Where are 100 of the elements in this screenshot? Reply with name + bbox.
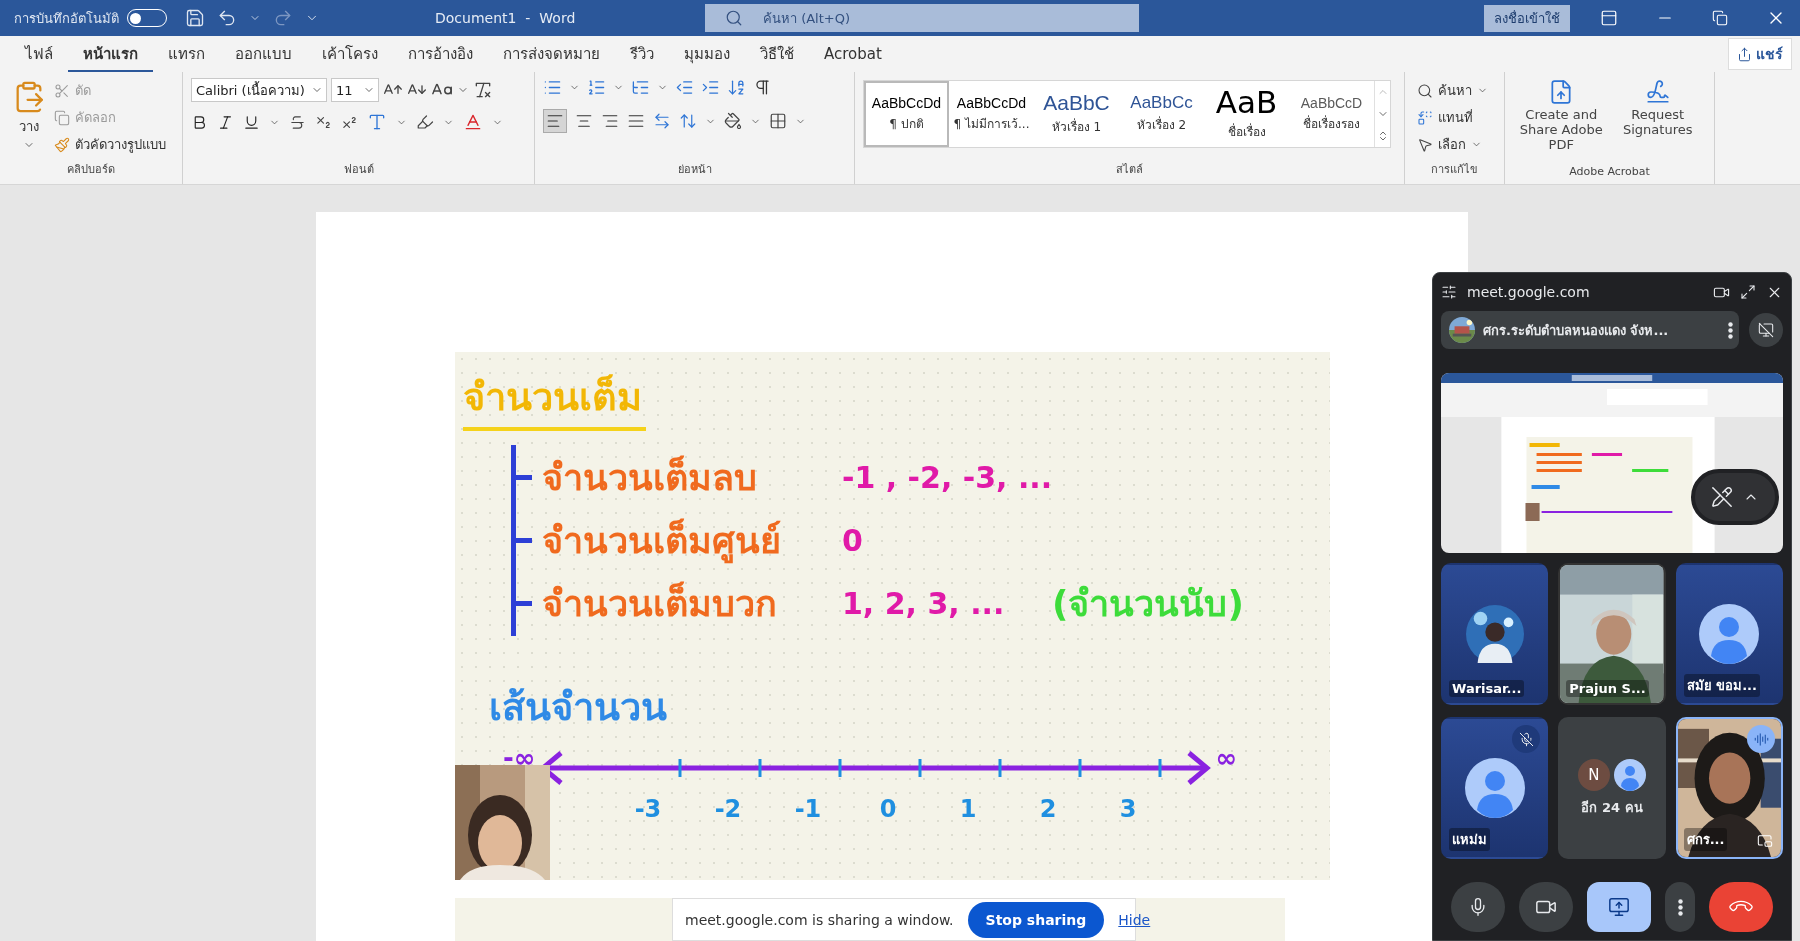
align-left-button[interactable] [543,109,567,133]
hide-presentation-button[interactable] [1749,313,1783,347]
participant-tile[interactable]: แหม่ม [1441,717,1549,859]
scissors-icon [54,82,70,99]
borders-icon[interactable] [769,112,787,130]
autosave-label: การบันทึกอัตโนมัติ [14,9,119,28]
participant-tile[interactable]: N อีก 24 คน [1558,717,1666,859]
bracket-tick [516,538,532,543]
text-effects-icon[interactable] [367,112,387,132]
multilevel-list-icon[interactable] [631,78,650,97]
sort-icon[interactable] [727,78,746,97]
participant-tile[interactable]: Warisar... [1441,563,1549,705]
font-name-field[interactable]: Calibri (เนื้อความ) [191,78,327,102]
expand-icon[interactable] [1740,284,1756,300]
signature-icon [1644,79,1671,105]
sign-in-button[interactable]: ลงชื่อเข้าใช้ [1484,4,1570,32]
menu-tab[interactable]: มุมมอง [669,35,745,73]
avatar-icon [1699,604,1760,664]
select-button[interactable]: เลือก [1413,132,1492,157]
participant-name: ศกร... [1683,828,1728,851]
menu-tab[interactable]: ออกแบบ [220,35,307,73]
paste-button[interactable]: วาง [8,78,50,160]
microphone-button[interactable] [1451,882,1505,932]
settings-icon[interactable] [1441,284,1457,300]
infinity-label: ∞ [1215,743,1238,773]
camera-button[interactable] [1519,882,1573,932]
style-sample: AaBbCcDd [956,95,1027,110]
numbering-icon[interactable] [587,78,606,97]
save-icon[interactable] [185,8,205,28]
align-center-icon[interactable] [575,112,593,130]
style-item[interactable]: AaBbCcDd ¶ ปกติ [864,81,949,147]
increase-indent-icon[interactable] [701,78,720,97]
share-button[interactable]: แชร์ [1728,38,1792,70]
line-spacing-icon[interactable] [679,112,697,130]
undo-icon[interactable] [217,8,237,28]
find-button[interactable]: ค้นหา [1413,78,1492,103]
menu-tab[interactable]: วิธีใช้ [745,35,809,73]
style-sample: AaBbCcDd [871,95,942,110]
style-name: ¶ ไม่มีการเว้... [953,115,1030,133]
tick-label: -1 [793,795,823,823]
more-icon [1728,321,1733,339]
style-sample: AaBbCc [1130,94,1193,111]
leave-call-button[interactable] [1709,882,1773,932]
stop-sharing-button[interactable]: Stop sharing [967,901,1105,938]
group-label: การแก้ไข [1431,162,1478,178]
style-name: หัวเรื่อง 2 [1136,115,1187,134]
highlighter-icon[interactable] [416,113,434,131]
italic-icon[interactable] [217,113,234,131]
menu-tab[interactable]: แทรก [153,35,220,73]
acrobat-button[interactable]: Create and Share Adobe PDF [1513,78,1610,165]
participant-tile[interactable]: Prajun S... [1558,563,1666,705]
meet-title: meet.google.com [1467,284,1591,300]
participant-tile[interactable]: สมัย ขอม... [1675,563,1783,705]
menu-tab[interactable]: ไฟล์ [10,35,68,73]
group-label: Adobe Acrobat [1569,165,1650,180]
menu-tab[interactable]: การส่งจดหมาย [488,35,615,73]
search-icon [725,9,743,27]
bullets-icon[interactable] [543,78,562,97]
clear-formatting-icon[interactable] [473,80,493,100]
ribbon-display-icon[interactable] [1600,9,1618,27]
audio-lines-icon [1753,731,1769,747]
number-line-title: เส้นจำนวน [489,684,667,731]
format-painter-button[interactable]: ตัวคัดวางรูปแบบ [50,132,170,157]
distributed-icon[interactable] [653,112,671,130]
integer-values: -1 , -2, -3, ... [842,460,1052,495]
menu-tab[interactable]: การอ้างอิง [393,35,488,73]
font-color-icon[interactable] [463,112,483,132]
search-field[interactable]: ค้นหา (Alt+Q) [705,4,1139,32]
participant-name: Warisar... [1449,680,1525,697]
hide-link[interactable]: Hide [1118,911,1151,928]
align-right-icon[interactable] [601,112,619,130]
tick-label: 2 [1038,795,1058,823]
restore-icon[interactable] [1712,10,1728,26]
tick-label: 3 [1118,795,1138,823]
participant-tile[interactable]: ศกร... [1675,717,1783,859]
more-participants-count: อีก 24 คน [1581,798,1643,817]
style-name: ชื่อเรื่อง [1227,122,1266,141]
bracket-tick [516,601,532,606]
acrobat-button[interactable]: Request Signatures [1609,78,1706,165]
pilcrow-icon[interactable] [753,78,772,97]
presenter-chip[interactable]: ศกร.ระดับตำบลหนองแดง จังห... [1441,311,1739,349]
justify-icon[interactable] [627,112,645,130]
participant-name: แหม่ม [1449,828,1490,851]
shading-icon[interactable] [724,112,742,130]
lesson-title: จำนวนเต็ม [463,366,646,431]
strikethrough-icon[interactable] [289,113,306,131]
underline-icon[interactable] [243,113,260,131]
participant-name: Prajun S... [1566,680,1649,697]
present-button[interactable] [1587,882,1651,932]
replace-icon [1417,109,1433,126]
menu-tab[interactable]: รีวิว [615,35,669,73]
more-options-button[interactable] [1665,882,1695,932]
picture-in-picture-icon[interactable] [1757,833,1773,849]
font-size-field[interactable]: 11 [331,78,379,102]
menu-tab[interactable]: เค้าโครง [307,35,393,73]
negative-infinity-label: -∞ [503,743,536,773]
replace-button[interactable]: แทนที่ [1413,105,1492,130]
decrease-indent-icon[interactable] [675,78,694,97]
menu-tab[interactable]: Acrobat [809,38,897,70]
style-sample: AaBbCcD [1300,95,1363,110]
